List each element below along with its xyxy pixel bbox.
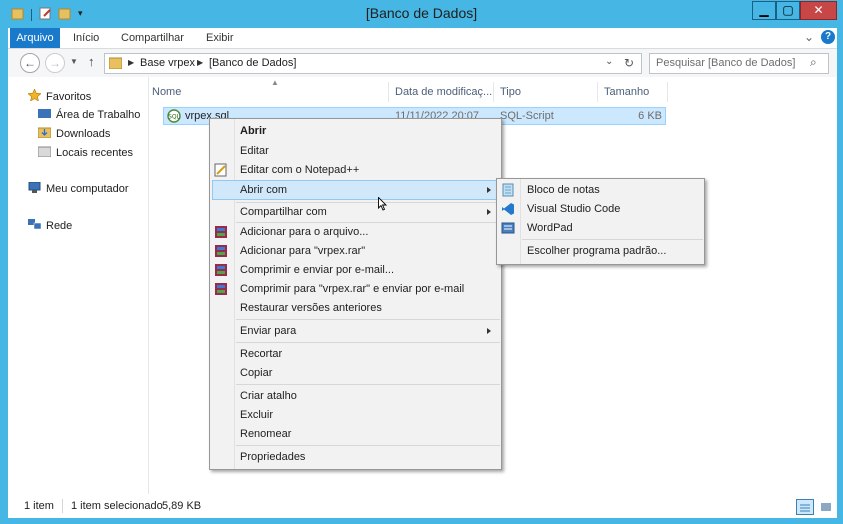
menu-item-abrir-com[interactable]: Abrir com [240,181,287,199]
nav-item-downloads[interactable]: Downloads [37,126,111,142]
address-dropdown-icon[interactable]: ⌄ [605,56,613,67]
nav-network[interactable]: Rede [28,218,72,234]
winrar-icon [214,225,228,239]
winrar-icon [214,263,228,277]
column-header-type[interactable]: Tipo [494,82,598,102]
breadcrumb-base-vrpex[interactable]: Base vrpex [140,57,195,69]
maximize-button[interactable]: ▢ [776,1,800,20]
notepad-plus-plus-icon [214,163,228,177]
refresh-icon[interactable]: ↻ [624,56,634,70]
submenu-item-bloco-de-notas[interactable]: Bloco de notas [527,181,600,199]
folder-icon [108,57,123,70]
computer-icon [28,181,41,193]
menu-item-comprimir-vrpex-email[interactable]: Comprimir para "vrpex.rar" e enviar por … [240,280,464,298]
nav-computer-label: Meu computador [46,183,129,195]
status-selected: 1 item selecionado [71,500,163,512]
menu-item-renomear[interactable]: Renomear [240,425,291,443]
notepad-icon [501,183,515,197]
menu-item-criar-atalho[interactable]: Criar atalho [240,387,297,405]
nav-computer[interactable]: Meu computador [28,181,129,197]
menu-separator [522,239,703,240]
nav-network-label: Rede [46,220,73,232]
vscode-icon [501,202,515,216]
forward-button[interactable]: → [45,53,65,73]
wordpad-icon [501,221,515,235]
tab-compartilhar[interactable]: Compartilhar [121,28,184,48]
tab-inicio[interactable]: Início [73,28,99,48]
file-size: 6 KB [638,110,662,122]
recent-locations-icon[interactable]: ▼ [70,57,78,66]
menu-item-enviar-para[interactable]: Enviar para [240,322,296,340]
menu-item-editar-notepadpp[interactable]: Editar com o Notepad++ [240,161,359,179]
column-header-name[interactable]: Nome [146,82,389,102]
submenu-item-wordpad[interactable]: WordPad [527,219,573,237]
submenu-arrow-icon [487,187,491,193]
menu-item-compartilhar-com[interactable]: Compartilhar com [240,203,327,221]
close-button[interactable]: ✕ [800,1,837,20]
downloads-folder-icon [37,127,52,139]
column-header-date[interactable]: Data de modificaç... [389,82,494,102]
status-divider [62,499,63,513]
menu-separator [236,384,500,385]
recent-places-icon [37,146,52,158]
nav-item-label: Área de Trabalho [56,109,141,121]
nav-item-label: Downloads [56,128,111,140]
details-view-icon [800,503,810,512]
breadcrumb-separator-icon: ▶ [128,58,135,67]
search-icon[interactable]: ⌕ [810,55,817,70]
winrar-icon [214,244,228,258]
nav-item-desktop[interactable]: Área de Trabalho [38,107,140,123]
menu-item-restaurar-versoes[interactable]: Restaurar versões anteriores [240,299,382,317]
menu-separator [236,319,500,320]
menu-separator [236,342,500,343]
menu-item-adicionar-arquivo[interactable]: Adicionar para o arquivo... [240,223,368,241]
menu-item-excluir[interactable]: Excluir [240,406,273,424]
minimize-button[interactable]: ▁ [752,1,776,20]
nav-favorites[interactable]: Favoritos [27,88,92,105]
desktop-icon [38,108,51,119]
breadcrumb-separator-icon: ▶ [197,58,204,67]
help-icon[interactable]: ? [821,30,835,44]
breadcrumb-banco-de-dados[interactable]: [Banco de Dados] [209,57,296,69]
menu-item-editar[interactable]: Editar [240,142,269,160]
tab-arquivo[interactable]: Arquivo [10,28,60,48]
status-size: 5,89 KB [162,500,202,512]
context-menu-gutter [234,119,235,469]
submenu-arrow-icon [487,209,491,215]
network-icon [28,219,42,230]
back-button[interactable]: ← [20,53,40,73]
nav-favorites-label: Favoritos [46,91,92,103]
menu-separator [236,445,500,446]
expand-ribbon-icon[interactable]: ⌄ [804,30,814,44]
large-icons-view-button[interactable] [818,499,834,515]
up-button[interactable]: ↑ [88,54,95,69]
mouse-cursor-icon [378,196,388,211]
window-title: [Banco de Dados] [365,5,478,21]
winrar-icon [214,282,228,296]
column-header-size[interactable]: Tamanho [598,82,668,102]
nav-item-recent[interactable]: Locais recentes [37,145,134,161]
submenu-item-vscode[interactable]: Visual Studio Code [527,200,620,218]
tab-exibir[interactable]: Exibir [206,28,234,48]
svg-text:SQL: SQL [168,114,181,121]
star-icon [27,88,42,102]
menu-item-comprimir-email[interactable]: Comprimir e enviar por e-mail... [240,261,394,279]
menu-item-recortar[interactable]: Recortar [240,345,282,363]
menu-item-copiar[interactable]: Copiar [240,364,272,382]
sql-file-icon: SQL [167,109,181,123]
submenu-item-escolher-programa[interactable]: Escolher programa padrão... [527,242,666,260]
search-input[interactable]: Pesquisar [Banco de Dados] [656,57,795,69]
menu-item-propriedades[interactable]: Propriedades [240,448,305,466]
file-type: SQL-Script [500,110,554,122]
nav-item-label: Locais recentes [56,147,134,159]
status-item-count: 1 item [24,500,54,512]
submenu-arrow-icon [487,328,491,334]
menu-item-adicionar-vrpex-rar[interactable]: Adicionar para "vrpex.rar" [240,242,365,260]
menu-item-abrir[interactable]: Abrir [240,122,266,140]
submenu-gutter [520,179,521,264]
